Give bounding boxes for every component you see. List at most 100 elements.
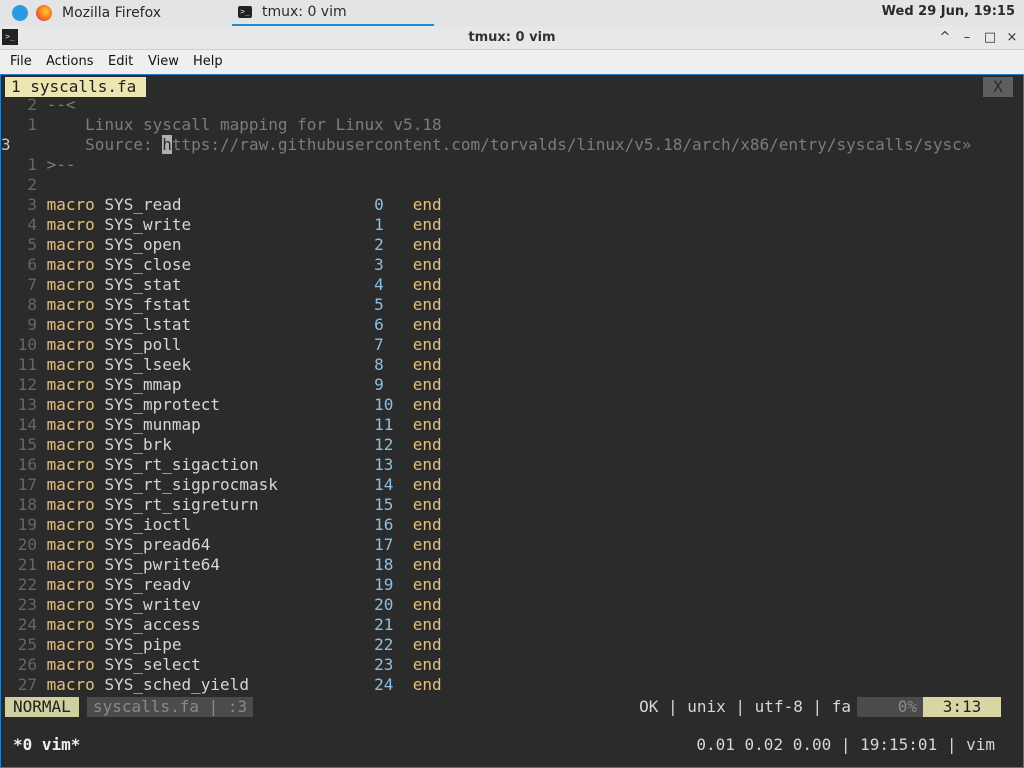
macro-keyword: macro	[46, 675, 95, 694]
line-number: 10	[17, 335, 37, 354]
macro-value: 21	[374, 615, 413, 634]
macro-keyword: macro	[46, 655, 95, 674]
end-keyword: end	[412, 535, 442, 554]
line-number: 3	[27, 195, 37, 214]
end-keyword: end	[412, 455, 442, 474]
macro-keyword: macro	[46, 415, 95, 434]
macro-value: 20	[374, 595, 413, 614]
end-keyword: end	[412, 255, 442, 274]
line-number: 8	[27, 295, 37, 314]
menubar: File Actions Edit View Help	[0, 50, 1024, 74]
buffer-line: 8 macro SYS_fstat 5 end	[1, 295, 1001, 315]
macro-value: 7	[374, 335, 413, 354]
buffer-line: 11 macro SYS_lseek 8 end	[1, 355, 1001, 375]
taskbar-terminal[interactable]: >_ tmux: 0 vim	[232, 0, 434, 26]
line-number: 7	[27, 275, 37, 294]
macro-keyword: macro	[46, 315, 95, 334]
line-number: 5	[27, 235, 37, 254]
macro-keyword: macro	[46, 295, 95, 314]
terminal-icon: >_	[238, 6, 252, 18]
menu-actions[interactable]: Actions	[46, 54, 94, 69]
buffer-line: 10 macro SYS_poll 7 end	[1, 335, 1001, 355]
menu-help[interactable]: Help	[193, 54, 223, 69]
macro-name: SYS_select	[104, 655, 375, 674]
macro-name: SYS_ioctl	[104, 515, 375, 534]
menu-edit[interactable]: Edit	[108, 54, 133, 69]
window-titlebar[interactable]: >_ tmux: 0 vim ^ – □ ×	[0, 26, 1024, 50]
tmux-status-right: 0.01 0.02 0.00 | 19:15:01 | vim	[696, 735, 995, 754]
buffer-line: 16 macro SYS_rt_sigaction 13 end	[1, 455, 1001, 475]
buffer-line: 6 macro SYS_close 3 end	[1, 255, 1001, 275]
minimize-button[interactable]: –	[958, 29, 976, 47]
vim-statusline: NORMAL syscalls.fa | :3 OK | unix | utf-…	[5, 697, 1001, 717]
distro-logo-icon	[12, 5, 28, 21]
taskbar-firefox[interactable]: Mozilla Firefox	[36, 0, 161, 26]
macro-name: SYS_poll	[104, 335, 375, 354]
end-keyword: end	[412, 295, 442, 314]
macro-value: 19	[374, 575, 413, 594]
shade-button[interactable]: ^	[936, 29, 954, 47]
macro-name: SYS_writev	[104, 595, 375, 614]
macro-name: SYS_mmap	[104, 375, 375, 394]
macro-value: 15	[374, 495, 413, 514]
macro-keyword: macro	[46, 635, 95, 654]
menu-view[interactable]: View	[148, 54, 179, 69]
line-number: 20	[17, 535, 37, 554]
vim-status-percent: 0%	[857, 697, 923, 717]
macro-keyword: macro	[46, 355, 95, 374]
buffer-line: 17 macro SYS_rt_sigprocmask 14 end	[1, 475, 1001, 495]
vim-tab[interactable]: 1 syscalls.fa	[5, 77, 147, 97]
macro-keyword: macro	[46, 275, 95, 294]
text-cursor: h	[162, 135, 172, 154]
buffer-line: 19 macro SYS_ioctl 16 end	[1, 515, 1001, 535]
line-number: 17	[17, 475, 37, 494]
buffer-line: 9 macro SYS_lstat 6 end	[1, 315, 1001, 335]
buffer-line: 1 >--	[1, 155, 1001, 175]
macro-value: 24	[374, 675, 413, 694]
terminal-area[interactable]: 1 syscalls.fa X 2 --< 1 Linux syscall map…	[0, 74, 1024, 768]
system-menu-button[interactable]	[12, 0, 28, 26]
end-keyword: end	[412, 395, 442, 414]
vim-tab-close[interactable]: X	[983, 77, 1013, 97]
menu-file[interactable]: File	[10, 54, 32, 69]
buffer-line: 23 macro SYS_writev 20 end	[1, 595, 1001, 615]
macro-value: 18	[374, 555, 413, 574]
buffer-line: 2 --<	[1, 95, 1001, 115]
line-number: 6	[27, 255, 37, 274]
buffer-line: 20 macro SYS_pread64 17 end	[1, 535, 1001, 555]
macro-name: SYS_open	[104, 235, 375, 254]
vim-status-info: OK | unix | utf-8 | fa	[639, 697, 851, 716]
macro-keyword: macro	[46, 255, 95, 274]
buffer-line: 15 macro SYS_brk 12 end	[1, 435, 1001, 455]
macro-keyword: macro	[46, 435, 95, 454]
macro-name: SYS_close	[104, 255, 375, 274]
end-keyword: end	[412, 495, 442, 514]
macro-value: 22	[374, 635, 413, 654]
buffer-line: 18 macro SYS_rt_sigreturn 15 end	[1, 495, 1001, 515]
top-panel: Mozilla Firefox >_ tmux: 0 vim Wed 29 Ju…	[0, 0, 1024, 26]
macro-name: SYS_mprotect	[104, 395, 375, 414]
line-number: 13	[17, 395, 37, 414]
buffer-line: 7 macro SYS_stat 4 end	[1, 275, 1001, 295]
clock[interactable]: Wed 29 Jun, 19:15	[882, 4, 1015, 19]
close-button[interactable]: ×	[1003, 29, 1021, 47]
macro-value: 23	[374, 655, 413, 674]
end-keyword: end	[412, 655, 442, 674]
end-keyword: end	[412, 215, 442, 234]
tmux-window[interactable]: *0 vim*	[13, 735, 80, 755]
buffer-line: 27 macro SYS_sched_yield 24 end	[1, 675, 1001, 695]
buffer-line: 5 macro SYS_open 2 end	[1, 235, 1001, 255]
macro-value: 13	[374, 455, 413, 474]
line-number: 14	[17, 415, 37, 434]
macro-value: 6	[374, 315, 413, 334]
macro-name: SYS_pipe	[104, 635, 375, 654]
vim-mode: NORMAL	[5, 697, 79, 717]
comment-text: Source:	[46, 135, 163, 154]
maximize-button[interactable]: □	[981, 29, 999, 47]
buffer-line: 14 macro SYS_munmap 11 end	[1, 415, 1001, 435]
line-number: 21	[17, 555, 37, 574]
line-number: 23	[17, 595, 37, 614]
macro-keyword: macro	[46, 615, 95, 634]
macro-keyword: macro	[46, 475, 95, 494]
macro-name: SYS_pread64	[104, 535, 375, 554]
